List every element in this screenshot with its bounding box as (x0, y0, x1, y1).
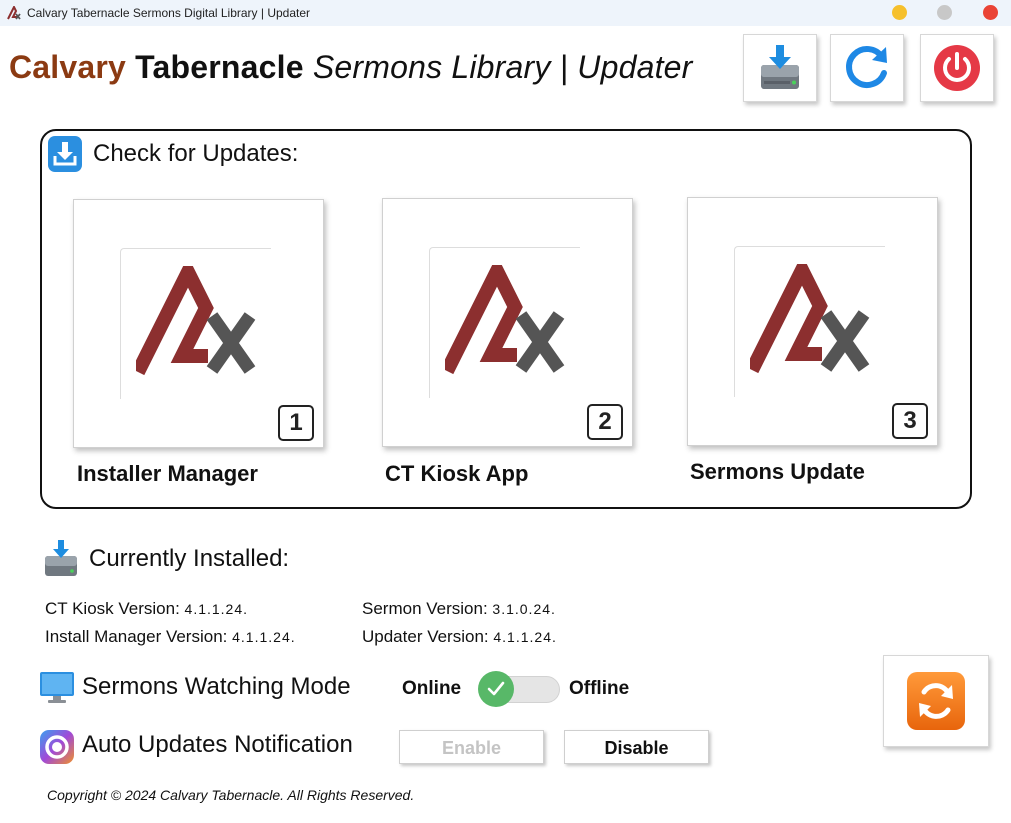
card-label-sermons-update: Sermons Update (690, 459, 865, 484)
power-icon (934, 45, 980, 91)
brand-tabernacle: Tabernacle (135, 49, 304, 85)
version-value: 4.1.1.24. (184, 601, 249, 617)
ct-logo-icon (136, 266, 256, 376)
version-value: 4.1.1.24. (232, 629, 296, 645)
card-number: 3 (892, 403, 928, 439)
enable-button[interactable]: Enable (399, 730, 544, 764)
ct-kiosk-version: CT Kiosk Version: 4.1.1.24. (45, 599, 248, 619)
check-icon (487, 681, 505, 696)
app-logo-icon (7, 6, 21, 20)
auto-update-icon (40, 730, 74, 764)
hard-drive-download-icon (761, 45, 799, 89)
version-label: Sermon Version: (362, 599, 488, 618)
window-title: Calvary Tabernacle Sermons Digital Libra… (27, 6, 311, 20)
minimize-button[interactable] (892, 5, 907, 20)
sync-icon (907, 672, 965, 730)
card-number: 1 (278, 405, 314, 441)
installed-title: Currently Installed: (89, 545, 290, 572)
maximize-button[interactable] (937, 5, 952, 20)
installer-manager-card[interactable]: 1 (73, 199, 324, 448)
install-manager-version: Install Manager Version: 4.1.1.24. (45, 627, 296, 647)
install-button[interactable] (743, 34, 817, 102)
title-subtitle: Sermons Library | Updater (312, 49, 693, 85)
power-button[interactable] (920, 34, 994, 102)
version-label: CT Kiosk Version: (45, 599, 180, 618)
sermon-version: Sermon Version: 3.1.0.24. (362, 599, 556, 619)
auto-updates-label: Auto Updates Notification (82, 731, 353, 758)
download-icon (48, 136, 82, 172)
ct-kiosk-app-card[interactable]: 2 (382, 198, 633, 447)
toggle-knob[interactable] (478, 671, 514, 707)
sync-button[interactable] (883, 655, 989, 747)
installed-drive-icon (45, 540, 77, 576)
version-label: Install Manager Version: (45, 627, 228, 646)
version-label: Updater Version: (362, 627, 489, 646)
card-number: 2 (587, 404, 623, 440)
copyright-text: Copyright © 2024 Calvary Tabernacle. All… (47, 787, 415, 803)
updater-version: Updater Version: 4.1.1.24. (362, 627, 557, 647)
watching-mode-label: Sermons Watching Mode (82, 673, 351, 700)
card-label-ct-kiosk-app: CT Kiosk App (385, 461, 529, 486)
toggle-online-label: Online (402, 678, 462, 699)
card-label-installer-manager: Installer Manager (77, 461, 258, 486)
disable-button[interactable]: Disable (564, 730, 709, 764)
brand-calvary: Calvary (9, 49, 127, 85)
ct-logo-icon (445, 265, 565, 375)
title-bar: Calvary Tabernacle Sermons Digital Libra… (0, 0, 1011, 26)
version-value: 4.1.1.24. (493, 629, 557, 645)
ct-logo-icon (750, 264, 870, 374)
updates-title: Check for Updates: (93, 140, 299, 167)
version-value: 3.1.0.24. (492, 601, 556, 617)
refresh-button[interactable] (830, 34, 904, 102)
close-button[interactable] (983, 5, 998, 20)
sermons-update-card[interactable]: 3 (687, 197, 938, 446)
page-title: Calvary Tabernacle Sermons Library | Upd… (9, 49, 693, 86)
toggle-offline-label: Offline (569, 678, 630, 699)
monitor-icon (40, 672, 74, 703)
refresh-icon (846, 46, 887, 88)
